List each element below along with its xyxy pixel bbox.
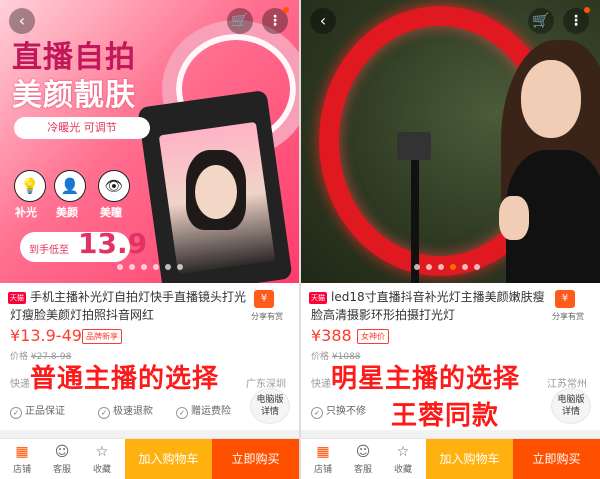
original-price-label: 价格	[10, 352, 29, 362]
check-icon: ✓	[98, 407, 110, 419]
service-label: 极速退款	[113, 406, 153, 417]
original-price-label: 价格	[311, 352, 330, 362]
carousel-dot[interactable]	[474, 264, 480, 270]
shop-label: 店铺	[313, 465, 332, 475]
model-face-graphic	[521, 60, 581, 138]
check-icon: ✓	[311, 407, 323, 419]
cart-icon[interactable]: 🛒	[227, 8, 253, 34]
fill-light-icon: 💡	[14, 170, 46, 202]
favorite-button[interactable]: ☆ 收藏	[82, 439, 122, 479]
star-icon: ☆	[95, 444, 109, 460]
service-label: 赠运费险	[191, 406, 231, 417]
price-pill-text: 到手低至	[29, 245, 69, 256]
chat-icon: ☺	[355, 444, 371, 460]
phone-graphic	[397, 132, 431, 160]
star-icon: ☆	[396, 444, 410, 460]
carousel-dot[interactable]	[177, 264, 183, 270]
shop-button[interactable]: ▦ 店铺	[2, 439, 42, 479]
favorite-label: 收藏	[393, 465, 412, 475]
shop-icon: ▦	[316, 444, 330, 460]
service-label: 只换不修	[326, 406, 366, 417]
chat-icon: ☺	[54, 444, 70, 460]
price-badge: 女神价	[357, 329, 389, 344]
notification-dot	[283, 7, 289, 13]
favorite-button[interactable]: ☆ 收藏	[383, 439, 423, 479]
buy-now-button[interactable]: 立即购买	[513, 439, 600, 479]
product-panel-right: ‹ 🛒 ⋮ 天猫 led18寸直播抖音补光灯主播美颜嫩肤瘦脸高清摄影环形拍摄打光…	[301, 0, 600, 479]
carousel-dot-active[interactable]	[450, 264, 456, 270]
carousel-dot[interactable]	[165, 264, 171, 270]
shipping-label: 快递	[10, 379, 30, 390]
service-item: ✓ 极速退款	[98, 402, 153, 419]
back-button[interactable]: ‹	[9, 8, 35, 34]
model-hand-graphic	[499, 196, 529, 240]
shipping-label: 快递	[311, 379, 331, 390]
current-price: ¥388	[311, 326, 352, 345]
check-icon: ✓	[10, 407, 22, 419]
desktop-detail-label-1: 电脑版	[557, 395, 585, 405]
share-reward-icon[interactable]: ¥	[555, 290, 575, 308]
shop-button[interactable]: ▦ 店铺	[303, 439, 343, 479]
desktop-detail-label-2: 详情	[260, 407, 279, 417]
service-item: ✓ 赠运费险	[176, 402, 231, 419]
carousel-dot[interactable]	[141, 264, 147, 270]
customer-service-button[interactable]: ☺ 客服	[343, 439, 383, 479]
product-title: 手机主播补光灯自拍灯快手直播镜头打光灯瘦脸美颜灯拍照抖音网红	[10, 290, 247, 322]
back-button[interactable]: ‹	[310, 8, 336, 34]
carousel-dot[interactable]	[129, 264, 135, 270]
feature-label-fill: 补光	[15, 206, 37, 219]
hero-tag: 冷暖光 可调节	[14, 117, 150, 139]
overlay-caption: 普通主播的选择	[30, 364, 220, 394]
carousel-dot[interactable]	[462, 264, 468, 270]
product-title: led18寸直播抖音补光灯主播美颜嫩肤瘦脸高清摄影环形拍摄打光灯	[311, 290, 545, 322]
model-face-graphic	[195, 165, 237, 219]
add-to-cart-button[interactable]: 加入购物车	[125, 439, 212, 479]
eye-icon: 👁	[98, 170, 130, 202]
current-price: ¥13.9-49	[10, 326, 82, 345]
share-reward-label[interactable]: 分享有赏	[251, 311, 283, 322]
service-item: ✓ 正品保证	[10, 402, 65, 419]
customer-service-button[interactable]: ☺ 客服	[42, 439, 82, 479]
price-badge: 品牌新享	[82, 329, 122, 344]
desktop-detail-button[interactable]: 电脑版 详情	[551, 388, 591, 424]
bottom-action-bar: ▦ 店铺 ☺ 客服 ☆ 收藏 加入购物车 立即购买	[301, 438, 600, 479]
overlay-caption-2: 王蓉同款	[391, 401, 500, 431]
service-label: 正品保证	[25, 406, 65, 417]
check-icon: ✓	[176, 407, 188, 419]
service-item: ✓ 只换不修	[311, 402, 366, 419]
feature-label-eye: 美瞳	[100, 206, 122, 219]
hero-headline-2: 美颜靓肤	[12, 78, 136, 113]
shop-icon: ▦	[15, 444, 29, 460]
desktop-detail-label-2: 详情	[561, 407, 580, 417]
product-image-carousel[interactable]: ‹ 🛒 ⋮	[301, 0, 600, 283]
notification-dot	[584, 7, 590, 13]
section-separator	[301, 430, 600, 438]
share-reward-label[interactable]: 分享有赏	[552, 311, 584, 322]
feature-label-beauty: 美颜	[56, 206, 78, 219]
favorite-label: 收藏	[92, 465, 111, 475]
cart-icon[interactable]: 🛒	[528, 8, 554, 34]
beauty-icon: 👤	[54, 170, 86, 202]
tripod-stand-graphic	[411, 150, 419, 283]
customer-service-label: 客服	[353, 465, 372, 475]
desktop-detail-button[interactable]: 电脑版 详情	[250, 388, 290, 424]
overlay-caption: 明星主播的选择	[331, 364, 521, 394]
carousel-dot[interactable]	[153, 264, 159, 270]
carousel-dot[interactable]	[426, 264, 432, 270]
desktop-detail-label-1: 电脑版	[256, 395, 284, 405]
bottom-action-bar: ▦ 店铺 ☺ 客服 ☆ 收藏 加入购物车 立即购买	[0, 438, 299, 479]
shop-label: 店铺	[12, 465, 31, 475]
product-image-carousel[interactable]: 直播自拍 美颜靓肤 冷暖光 可调节 💡 👤 👁 补光 美颜 美瞳 到手低至 13…	[0, 0, 299, 283]
product-panel-left: 直播自拍 美颜靓肤 冷暖光 可调节 💡 👤 👁 补光 美颜 美瞳 到手低至 13…	[0, 0, 299, 479]
section-separator	[0, 430, 299, 438]
carousel-dot[interactable]	[438, 264, 444, 270]
add-to-cart-button[interactable]: 加入购物车	[426, 439, 513, 479]
buy-now-button[interactable]: 立即购买	[212, 439, 299, 479]
carousel-dot[interactable]	[117, 264, 123, 270]
share-reward-icon[interactable]: ¥	[254, 290, 274, 308]
customer-service-label: 客服	[52, 465, 71, 475]
price-pill-number: 13.9	[78, 227, 148, 260]
carousel-dot[interactable]	[414, 264, 420, 270]
